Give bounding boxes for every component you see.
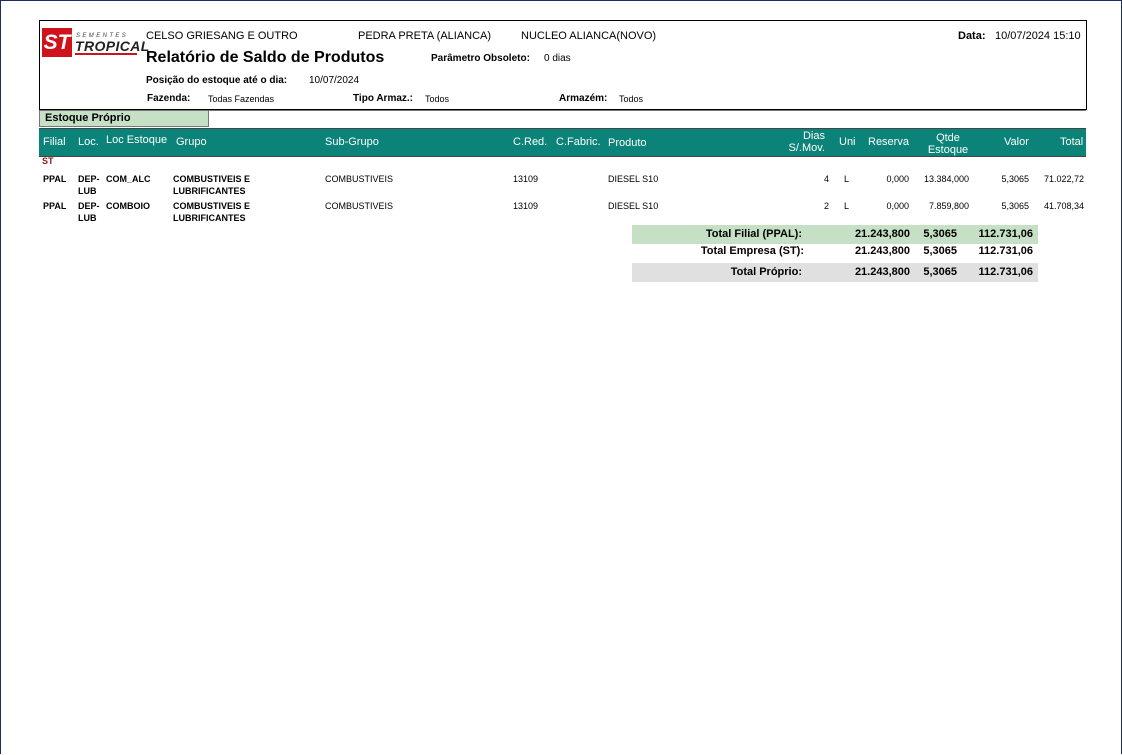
tipo-armaz-value: Todos	[425, 94, 450, 104]
logo-mark: ST	[42, 28, 72, 57]
col-dias-line2: S/.Mov.	[788, 142, 825, 154]
cell-total: 71.022,72	[1043, 174, 1084, 184]
total-empresa-qtde: 21.243,800	[854, 245, 910, 257]
cell-total: 41.708,34	[1043, 201, 1084, 211]
cell-qtde: 7.859,800	[928, 201, 969, 211]
cell-loc-line2: LUB	[78, 186, 97, 196]
total-proprio-total: 112.731,06	[978, 266, 1033, 278]
col-c-red: C.Red.	[513, 136, 548, 148]
company-name: CELSO GRIESANG E OUTRO	[146, 30, 298, 42]
nucleus-name: NUCLEO ALIANCA(NOVO)	[521, 30, 657, 42]
armazem-label: Armazém:	[559, 93, 608, 104]
col-qtde-line2: Estoque	[927, 144, 969, 156]
cell-sub-grupo: COMBUSTIVEIS	[325, 174, 394, 184]
col-qtde-estoque: Qtde Estoque	[921, 132, 975, 156]
total-proprio-qtde: 21.243,800	[854, 266, 910, 278]
col-uni: Uni	[839, 136, 856, 148]
col-c-fabric: C.Fabric.	[556, 136, 601, 148]
cell-sub-grupo: COMBUSTIVEIS	[325, 201, 394, 211]
col-total: Total	[1060, 136, 1084, 148]
total-proprio-label: Total Próprio:	[730, 266, 802, 278]
date-label: Data:	[958, 30, 986, 42]
table-row: PPAL DEP- LUB COMBOIO COMBUSTIVEIS E LUB…	[39, 200, 1086, 226]
section-divider	[209, 110, 1086, 111]
cell-produto: DIESEL S10	[608, 174, 659, 184]
cell-qtde: 13.384,000	[923, 174, 969, 184]
total-proprio-row: Total Próprio: 21.243,800 5,3065 112.731…	[632, 263, 1038, 282]
col-valor: Valor	[1004, 136, 1029, 148]
total-empresa-total: 112.731,06	[978, 245, 1033, 257]
cell-loc-line1: DEP-	[78, 201, 100, 211]
col-grupo: Grupo	[176, 136, 207, 148]
obsolete-label: Parâmetro Obsoleto:	[431, 53, 530, 64]
total-empresa-label: Total Empresa (ST):	[700, 245, 804, 257]
col-dias-sem-mov: Dias S/.Mov.	[777, 130, 825, 154]
logo-underline	[75, 53, 137, 55]
cell-c-red: 13109	[513, 174, 539, 184]
table-row: PPAL DEP- LUB COM_ALC COMBUSTIVEIS E LUB…	[39, 173, 1086, 199]
col-produto: Produto	[608, 137, 647, 149]
fazenda-value: Todas Fazendas	[208, 94, 275, 104]
cell-filial: PPAL	[43, 174, 67, 184]
col-filial: Filial	[43, 136, 66, 148]
cell-loc-estoque: COMBOIO	[106, 201, 150, 211]
cell-filial: PPAL	[43, 201, 67, 211]
obsolete-value: 0 dias	[544, 53, 571, 64]
total-empresa-row: Total Empresa (ST): 21.243,800 5,3065 11…	[632, 242, 1038, 261]
col-loc: Loc.	[78, 136, 99, 148]
company-group-label: ST	[42, 156, 54, 166]
tipo-armaz-label: Tipo Armaz.:	[353, 93, 414, 104]
col-sub-grupo: Sub-Grupo	[325, 136, 379, 148]
date-value: 10/07/2024 15:10	[995, 30, 1081, 42]
cell-grupo-line1: COMBUSTIVEIS E	[173, 201, 251, 211]
section-estoque-proprio: Estoque Próprio	[39, 110, 209, 127]
cell-grupo-line2: LUBRIFICANTES	[173, 213, 246, 223]
cell-grupo-line2: LUBRIFICANTES	[173, 186, 246, 196]
armazem-value: Todos	[619, 94, 644, 104]
col-loc-estoque: Loc Estoque	[106, 134, 168, 146]
cell-valor: 5,3065	[1001, 201, 1029, 211]
cell-dias: 2	[823, 201, 829, 211]
col-dias-line1: Dias	[802, 130, 825, 142]
cell-valor: 5,3065	[1001, 174, 1029, 184]
cell-reserva: 0,000	[886, 201, 909, 211]
cell-uni: L	[844, 174, 850, 184]
cell-grupo-line1: COMBUSTIVEIS E	[173, 174, 251, 184]
col-qtde-line1: Qtde	[936, 132, 960, 144]
fazenda-label: Fazenda:	[147, 93, 191, 104]
position-label: Posição do estoque até o dia:	[146, 75, 288, 86]
cell-uni: L	[844, 201, 850, 211]
cell-loc-line1: DEP-	[78, 174, 100, 184]
cell-c-red: 13109	[513, 201, 539, 211]
report-title: Relatório de Saldo de Produtos	[146, 49, 385, 66]
total-empresa-valor: 5,3065	[923, 245, 957, 257]
cell-reserva: 0,000	[886, 174, 909, 184]
cell-loc-estoque: COM_ALC	[106, 174, 151, 184]
cell-produto: DIESEL S10	[608, 201, 659, 211]
cell-loc-line2: LUB	[78, 213, 97, 223]
table-header: Filial Loc. Loc Estoque Grupo Sub-Grupo …	[39, 128, 1086, 157]
cell-dias: 4	[823, 174, 829, 184]
farm-name: PEDRA PRETA (ALIANCA)	[358, 30, 492, 42]
logo-tropical: TROPICAL	[75, 38, 150, 54]
position-value: 10/07/2024	[309, 75, 360, 86]
sementes-tropical-logo: ST SEMENTES TROPICAL	[42, 28, 149, 58]
col-reserva: Reserva	[868, 136, 909, 148]
total-proprio-valor: 5,3065	[923, 266, 957, 278]
